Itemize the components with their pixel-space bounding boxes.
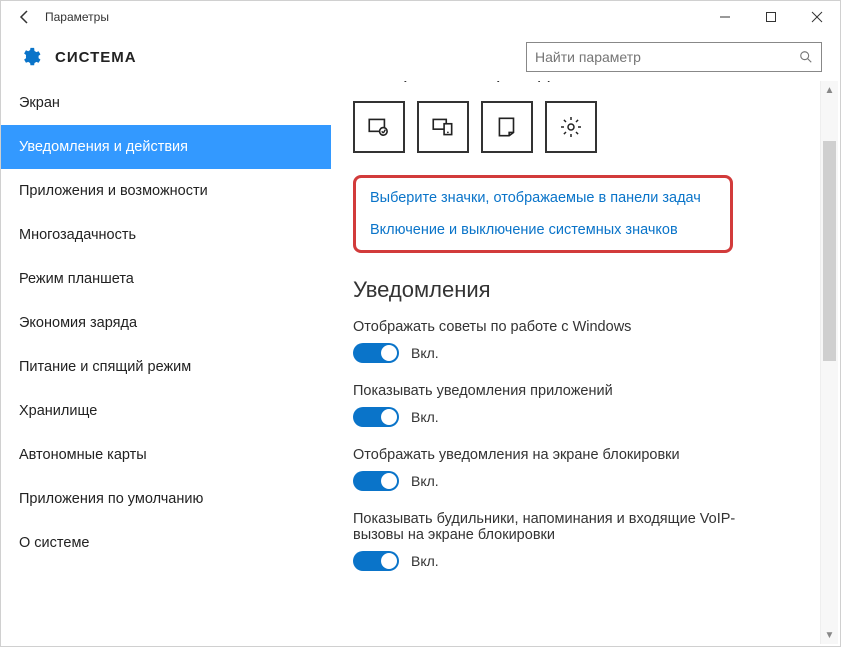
window-controls	[702, 1, 840, 33]
sidebar-item-tablet-mode[interactable]: Режим планшета	[1, 257, 331, 301]
gear-icon	[19, 46, 41, 68]
titlebar: Параметры	[1, 1, 840, 33]
sidebar-item-storage[interactable]: Хранилище	[1, 389, 331, 433]
search-box[interactable]	[526, 42, 822, 72]
toggle-switch[interactable]	[353, 343, 399, 363]
quick-actions-row	[353, 101, 822, 153]
close-button[interactable]	[794, 1, 840, 33]
highlighted-links-box: Выберите значки, отображаемые в панели з…	[353, 175, 733, 253]
setting-label: Отображать советы по работе с Windows	[353, 319, 822, 335]
sidebar-item-notifications[interactable]: Уведомления и действия	[1, 125, 331, 169]
search-icon	[799, 50, 813, 64]
toggle-state: Вкл.	[411, 473, 439, 489]
link-system-icons[interactable]: Включение и выключение системных значков	[370, 222, 716, 238]
quick-action-tablet[interactable]	[353, 101, 405, 153]
scroll-up-arrow[interactable]: ▲	[821, 81, 838, 99]
toggle-switch[interactable]	[353, 471, 399, 491]
setting-app-notifications: Показывать уведомления приложений Вкл.	[353, 383, 822, 427]
link-taskbar-icons[interactable]: Выберите значки, отображаемые в панели з…	[370, 190, 716, 206]
section-heading-cutoff: Выберите быстрые действия	[353, 81, 822, 87]
sidebar-item-apps[interactable]: Приложения и возможности	[1, 169, 331, 213]
window-title: Параметры	[45, 10, 109, 24]
header: СИСТЕМА	[1, 33, 840, 81]
toggle-switch[interactable]	[353, 407, 399, 427]
setting-tips: Отображать советы по работе с Windows Вк…	[353, 319, 822, 363]
toggle-state: Вкл.	[411, 553, 439, 569]
maximize-button[interactable]	[748, 1, 794, 33]
quick-action-connect[interactable]	[417, 101, 469, 153]
back-button[interactable]	[9, 1, 41, 33]
scroll-down-arrow[interactable]: ▼	[821, 626, 838, 644]
content-pane: Выберите быстрые действия Выберите значк…	[331, 81, 840, 646]
sidebar-item-default-apps[interactable]: Приложения по умолчанию	[1, 477, 331, 521]
toggle-switch[interactable]	[353, 551, 399, 571]
sidebar-item-about[interactable]: О системе	[1, 521, 331, 565]
minimize-button[interactable]	[702, 1, 748, 33]
sidebar: Экран Уведомления и действия Приложения …	[1, 81, 331, 646]
sidebar-item-power-sleep[interactable]: Питание и спящий режим	[1, 345, 331, 389]
section-heading: Уведомления	[353, 277, 822, 303]
quick-action-settings[interactable]	[545, 101, 597, 153]
scroll-thumb[interactable]	[823, 141, 836, 361]
setting-alarms-voip: Показывать будильники, напоминания и вхо…	[353, 511, 822, 571]
sidebar-item-battery-saver[interactable]: Экономия заряда	[1, 301, 331, 345]
sidebar-item-display[interactable]: Экран	[1, 81, 331, 125]
setting-lockscreen-notifications: Отображать уведомления на экране блокиро…	[353, 447, 822, 491]
setting-label: Показывать будильники, напоминания и вхо…	[353, 511, 773, 543]
page-title: СИСТЕМА	[55, 49, 137, 66]
toggle-state: Вкл.	[411, 409, 439, 425]
sidebar-item-multitasking[interactable]: Многозадачность	[1, 213, 331, 257]
search-input[interactable]	[535, 49, 799, 65]
toggle-state: Вкл.	[411, 345, 439, 361]
sidebar-item-offline-maps[interactable]: Автономные карты	[1, 433, 331, 477]
setting-label: Отображать уведомления на экране блокиро…	[353, 447, 822, 463]
quick-action-note[interactable]	[481, 101, 533, 153]
setting-label: Показывать уведомления приложений	[353, 383, 822, 399]
vertical-scrollbar[interactable]: ▲ ▼	[820, 81, 838, 644]
